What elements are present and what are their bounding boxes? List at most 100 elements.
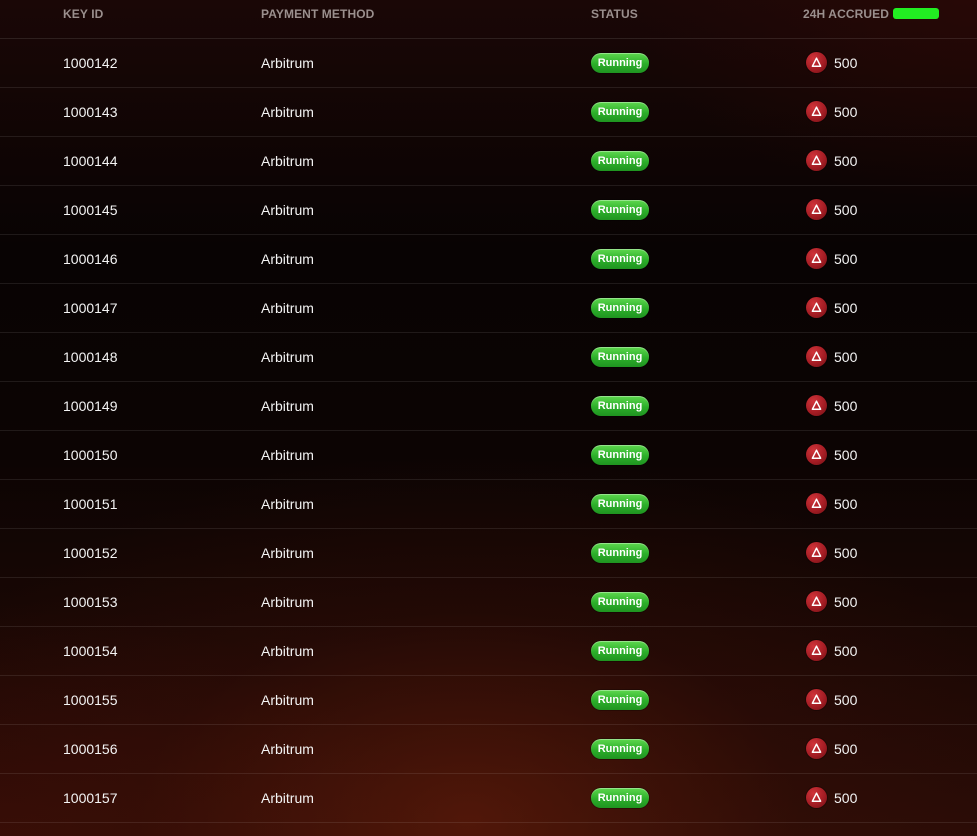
accrued-amount: 500 [834,790,858,806]
token-triangle-glyph [811,106,822,116]
table-row[interactable]: 1000146 Arbitrum Running 500 [0,235,977,284]
header-status[interactable]: STATUS [591,7,638,21]
payment-method-cell: Arbitrum [261,104,314,120]
payment-method-cell: Arbitrum [261,594,314,610]
header-key-id[interactable]: KEY ID [63,7,103,21]
token-coin-icon [806,787,827,808]
status-badge: Running [591,396,649,416]
status-badge: Running [591,592,649,612]
payment-method-cell: Arbitrum [261,643,314,659]
key-id-cell: 1000143 [63,104,118,120]
key-id-cell: 1000154 [63,643,118,659]
accrued-amount: 500 [834,643,858,659]
payment-method-cell: Arbitrum [261,496,314,512]
token-coin-icon [806,150,827,171]
token-triangle-glyph [811,498,822,508]
token-coin-icon [806,493,827,514]
accrued-amount: 500 [834,594,858,610]
payment-method-cell: Arbitrum [261,790,314,806]
accrued-amount: 500 [834,349,858,365]
key-id-cell: 1000144 [63,153,118,169]
accrued-amount: 500 [834,447,858,463]
token-triangle-glyph [811,547,822,557]
key-id-cell: 1000150 [63,447,118,463]
token-triangle-glyph [811,645,822,655]
table-row[interactable]: 1000157 Arbitrum Running 500 [0,774,977,823]
token-triangle-glyph [811,400,822,410]
status-badge: Running [591,200,649,220]
table-header: KEY ID PAYMENT METHOD STATUS 24H ACCRUED [0,0,977,39]
token-triangle-glyph [811,204,822,214]
table-row[interactable]: 1000142 Arbitrum Running 500 [0,39,977,88]
accrued-amount: 500 [834,202,858,218]
token-triangle-glyph [811,694,822,704]
key-id-cell: 1000151 [63,496,118,512]
key-id-cell: 1000153 [63,594,118,610]
accrued-amount: 500 [834,741,858,757]
table-row[interactable]: 1000150 Arbitrum Running 500 [0,431,977,480]
payment-method-cell: Arbitrum [261,251,314,267]
accrued-amount: 500 [834,251,858,267]
table-row[interactable]: 1000151 Arbitrum Running 500 [0,480,977,529]
status-badge: Running [591,347,649,367]
token-coin-icon [806,542,827,563]
payment-method-cell: Arbitrum [261,153,314,169]
header-24h-accrued-label: 24H ACCRUED [803,7,890,21]
table-row[interactable]: 1000149 Arbitrum Running 500 [0,382,977,431]
status-badge: Running [591,102,649,122]
keys-table: KEY ID PAYMENT METHOD STATUS 24H ACCRUED… [0,0,977,823]
status-badge: Running [591,445,649,465]
token-coin-icon [806,297,827,318]
table-row[interactable]: 1000152 Arbitrum Running 500 [0,529,977,578]
accrued-amount: 500 [834,55,858,71]
token-coin-icon [806,52,827,73]
token-triangle-glyph [811,155,822,165]
table-row[interactable]: 1000156 Arbitrum Running 500 [0,725,977,774]
token-coin-icon [806,689,827,710]
status-badge: Running [591,543,649,563]
token-triangle-glyph [811,596,822,606]
status-badge: Running [591,298,649,318]
key-id-cell: 1000155 [63,692,118,708]
key-id-cell: 1000147 [63,300,118,316]
token-triangle-glyph [811,302,822,312]
table-row[interactable]: 1000145 Arbitrum Running 500 [0,186,977,235]
payment-method-cell: Arbitrum [261,398,314,414]
redaction-mark [893,8,940,19]
status-badge: Running [591,53,649,73]
key-id-cell: 1000142 [63,55,118,71]
key-id-cell: 1000152 [63,545,118,561]
token-coin-icon [806,591,827,612]
token-coin-icon [806,640,827,661]
token-triangle-glyph [811,57,822,67]
token-triangle-glyph [811,253,822,263]
status-badge: Running [591,641,649,661]
table-row[interactable]: 1000153 Arbitrum Running 500 [0,578,977,627]
payment-method-cell: Arbitrum [261,447,314,463]
key-id-cell: 1000145 [63,202,118,218]
header-24h-accrued[interactable]: 24H ACCRUED [803,7,940,21]
payment-method-cell: Arbitrum [261,545,314,561]
table-row[interactable]: 1000155 Arbitrum Running 500 [0,676,977,725]
table-body: 1000142 Arbitrum Running 500 1000143 Arb… [0,39,977,823]
accrued-amount: 500 [834,104,858,120]
table-row[interactable]: 1000154 Arbitrum Running 500 [0,627,977,676]
table-row[interactable]: 1000143 Arbitrum Running 500 [0,88,977,137]
header-payment-method[interactable]: PAYMENT METHOD [261,7,374,21]
token-triangle-glyph [811,449,822,459]
table-row[interactable]: 1000147 Arbitrum Running 500 [0,284,977,333]
status-badge: Running [591,788,649,808]
key-id-cell: 1000148 [63,349,118,365]
token-triangle-glyph [811,792,822,802]
accrued-amount: 500 [834,545,858,561]
status-badge: Running [591,739,649,759]
accrued-amount: 500 [834,300,858,316]
table-row[interactable]: 1000148 Arbitrum Running 500 [0,333,977,382]
status-badge: Running [591,690,649,710]
status-badge: Running [591,151,649,171]
payment-method-cell: Arbitrum [261,300,314,316]
key-id-cell: 1000156 [63,741,118,757]
accrued-amount: 500 [834,496,858,512]
table-row[interactable]: 1000144 Arbitrum Running 500 [0,137,977,186]
accrued-amount: 500 [834,692,858,708]
